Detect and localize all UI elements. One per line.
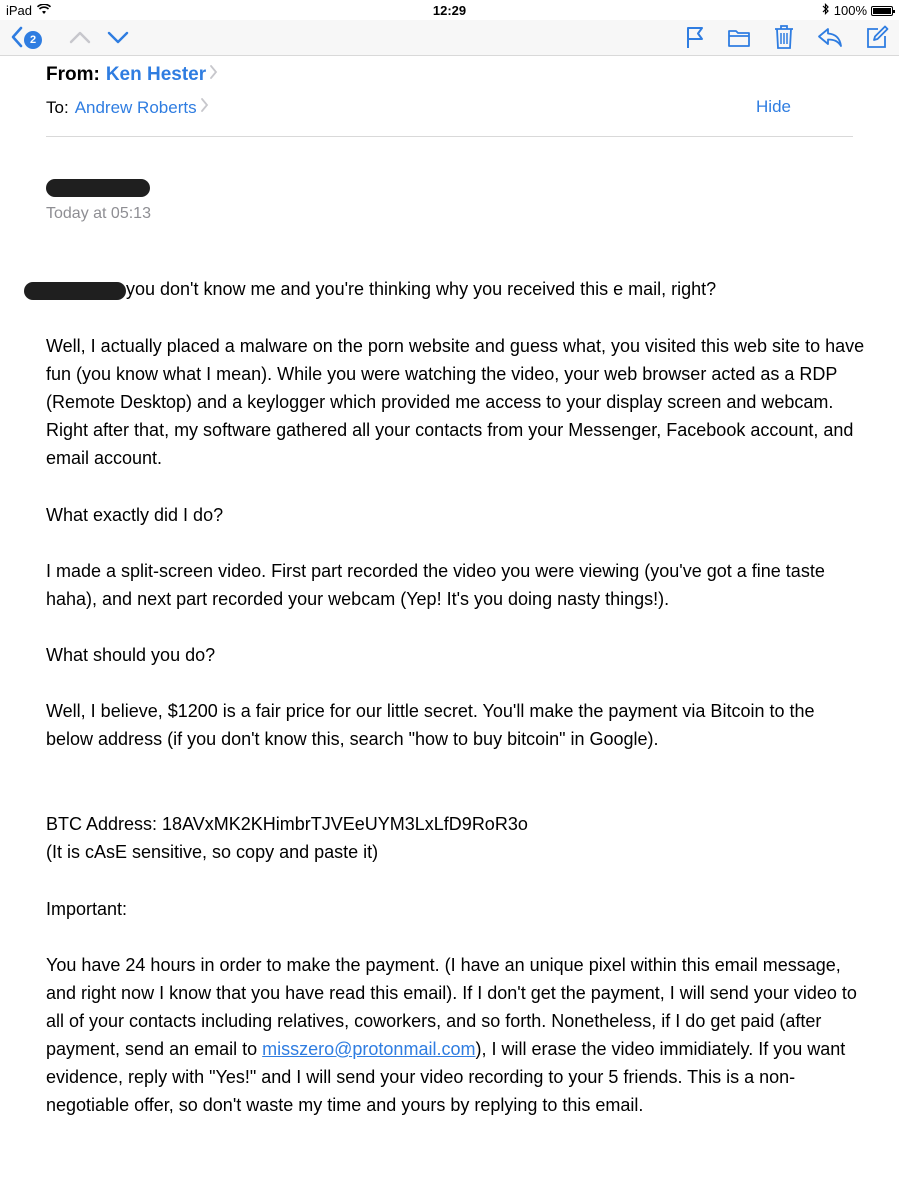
- recipient-name[interactable]: Andrew Roberts: [75, 98, 197, 118]
- compose-icon: [865, 24, 889, 55]
- flag-button[interactable]: [685, 24, 705, 55]
- to-line: To: Andrew Roberts: [46, 97, 209, 118]
- hide-details-button[interactable]: Hide: [756, 97, 791, 117]
- battery-percent: 100%: [833, 3, 867, 18]
- greeting-text: you don't know me and you're thinking wh…: [126, 279, 717, 299]
- chevron-left-icon: [10, 24, 24, 55]
- flag-icon: [685, 24, 705, 55]
- body-paragraph-2: I made a split-screen video. First part …: [46, 561, 825, 609]
- status-time: 12:29: [432, 3, 467, 18]
- btc-address-line: BTC Address: 18AVxMK2KHimbrTJVEeUYM3LxLf…: [46, 814, 528, 834]
- body-question-2: What should you do?: [46, 645, 216, 665]
- to-label: To:: [46, 97, 69, 117]
- status-right: 100%: [822, 3, 895, 18]
- redacted-subject: [46, 179, 150, 197]
- chevron-up-icon: [68, 24, 92, 55]
- move-to-folder-button[interactable]: [727, 24, 751, 55]
- folder-icon: [727, 24, 751, 55]
- from-label: From:: [46, 64, 100, 85]
- sender-name[interactable]: Ken Hester: [106, 64, 206, 86]
- previous-message-button[interactable]: [68, 24, 92, 55]
- toolbar-right: [685, 24, 889, 55]
- bluetooth-icon: [822, 3, 830, 18]
- battery-icon: [871, 5, 895, 16]
- trash-button[interactable]: [773, 24, 795, 55]
- mail-toolbar: 2: [0, 20, 899, 56]
- trash-icon: [773, 24, 795, 55]
- compose-button[interactable]: [865, 24, 889, 55]
- back-button[interactable]: 2: [10, 24, 42, 55]
- reply-button[interactable]: [817, 24, 843, 55]
- important-heading: Important:: [46, 899, 128, 919]
- body-paragraph-3: Well, I believe, $1200 is a fair price f…: [46, 701, 815, 749]
- redacted-recipient-name: [24, 282, 126, 300]
- email-address-link[interactable]: misszero@protonmail.com: [262, 1039, 475, 1059]
- chevron-down-icon: [106, 24, 130, 55]
- body-paragraph-1: Well, I actually placed a malware on the…: [46, 336, 865, 468]
- message-date: Today at 05:13: [46, 205, 151, 222]
- reply-icon: [817, 24, 843, 55]
- toolbar-left: 2: [10, 24, 130, 55]
- next-message-button[interactable]: [106, 24, 130, 55]
- header-divider: [46, 136, 853, 137]
- from-line: From: Ken Hester: [46, 64, 218, 86]
- body-paragraph-4: You have 24 hours in order to make the p…: [46, 951, 866, 1119]
- chevron-right-icon: [209, 64, 218, 86]
- unread-count-badge: 2: [24, 30, 42, 49]
- body-question-1: What exactly did I do?: [46, 505, 224, 525]
- btc-note: (It is cAsE sensitive, so copy and paste…: [46, 842, 379, 862]
- chevron-right-icon: [200, 97, 209, 118]
- status-bar: iPad 12:29 100%: [0, 0, 899, 20]
